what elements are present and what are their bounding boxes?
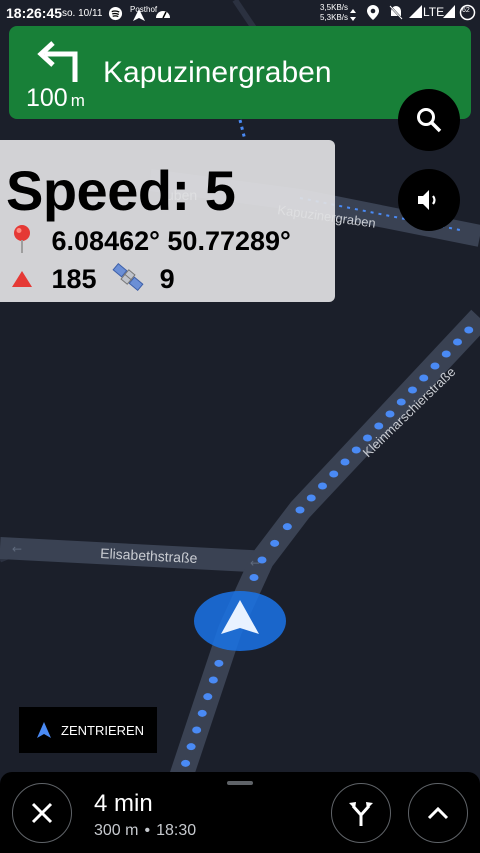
route-dot <box>306 494 316 502</box>
volume-icon <box>418 190 436 210</box>
route-dot <box>464 326 474 334</box>
route-dot <box>208 676 218 684</box>
route-dot <box>419 374 429 382</box>
stats-row: 185 9 <box>10 260 175 301</box>
navigation-arrow-icon <box>132 8 146 25</box>
net-down: 5,3KB/s <box>320 13 349 22</box>
route-dot <box>396 398 406 406</box>
route-dot <box>181 759 191 767</box>
oneway-arrow-icon: ← <box>250 556 260 570</box>
distance-unit: m <box>70 91 85 110</box>
transfer-arrows-icon <box>350 9 356 24</box>
route-dot <box>340 458 350 466</box>
satellite-icon <box>110 260 146 301</box>
route-dot <box>282 523 292 531</box>
network-type: LTE <box>423 5 445 19</box>
maneuver-street: Kapuzinergraben <box>103 56 332 89</box>
route-dot <box>203 693 213 701</box>
altitude-value: 185 <box>51 263 97 294</box>
route-dot <box>186 743 196 751</box>
speed-overlay: Speed: 5 6.08462° 50.77289° 185 9 <box>0 140 335 302</box>
network-speed: 3,5KB/s 5,3KB/s <box>320 3 348 23</box>
search-button[interactable] <box>398 89 460 151</box>
distance-value: 100 <box>26 84 68 112</box>
drag-handle[interactable] <box>227 781 253 785</box>
arrival-time: 18:30 <box>156 822 197 839</box>
battery-level: 62 <box>462 7 470 14</box>
oneway-arrow-icon: ← <box>12 542 22 556</box>
close-icon <box>31 802 53 824</box>
route-dot <box>430 362 440 370</box>
recenter-label: ZENTRIEREN <box>61 722 145 738</box>
trip-bottom-sheet[interactable]: 4 min 300 m • 18:30 <box>0 772 480 853</box>
sound-button[interactable] <box>398 169 460 231</box>
route-dot <box>329 470 339 478</box>
alternate-routes-button[interactable] <box>331 783 391 843</box>
mute-icon <box>389 5 403 23</box>
speed-readout: Speed: 5 <box>6 159 236 222</box>
coordinates-row: 6.08462° 50.77289° <box>10 224 291 261</box>
remaining-distance: 300 m <box>94 822 139 839</box>
search-icon <box>417 108 442 133</box>
position-marker-icon <box>194 591 286 651</box>
expand-button[interactable] <box>408 783 468 843</box>
recenter-button[interactable]: ZENTRIEREN <box>19 707 157 753</box>
route-dot <box>214 659 224 667</box>
route-dot <box>197 709 207 717</box>
route-dot <box>441 350 451 358</box>
signal-2-icon <box>443 5 455 21</box>
route-dot <box>270 539 280 547</box>
map-pin-icon <box>10 224 34 261</box>
exit-navigation-button[interactable] <box>12 783 72 843</box>
net-up: 3,5KB/s <box>320 3 349 12</box>
route-dot <box>192 726 202 734</box>
route-dot <box>408 386 417 394</box>
eta-duration: 4 min <box>94 790 153 817</box>
altitude-triangle-icon <box>10 265 34 296</box>
status-time: 18:26:45 <box>6 5 63 21</box>
satellite-count: 9 <box>159 263 175 294</box>
speedometer-icon <box>155 6 171 23</box>
route-dot <box>249 574 259 581</box>
coordinates-value: 6.08462° 50.77289° <box>51 225 291 256</box>
location-icon <box>367 5 379 23</box>
chevron-up-icon <box>427 806 449 820</box>
navigation-arrow-icon <box>37 722 51 738</box>
signal-icon <box>409 5 422 21</box>
route-dot <box>318 482 327 490</box>
fork-route-icon <box>349 802 373 826</box>
maneuver-distance: 100 m <box>26 84 85 113</box>
spotify-icon <box>108 6 123 24</box>
separator: • <box>144 822 151 839</box>
route-dot <box>295 506 305 514</box>
eta-details: 300 m • 18:30 <box>94 822 196 840</box>
turn-left-icon <box>37 41 78 82</box>
route-dot <box>453 338 462 346</box>
status-date: so. 10/11 <box>62 8 103 19</box>
status-bar: 18:26:45 so. 10/11 Posthof 3,5KB/s 5,3KB… <box>0 0 480 26</box>
